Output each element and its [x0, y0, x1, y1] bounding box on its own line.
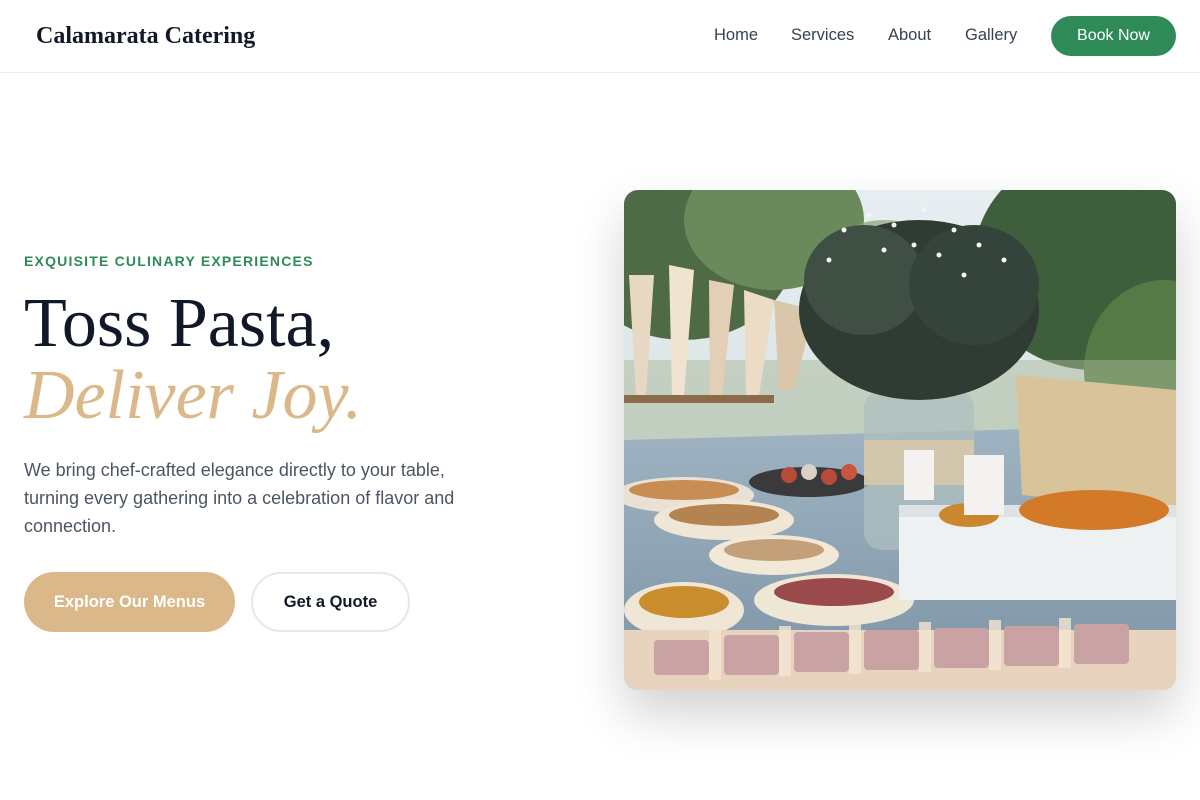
hero-eyebrow: EXQUISITE CULINARY EXPERIENCES — [24, 253, 314, 269]
headline-line-1: Toss Pasta, — [24, 285, 335, 362]
get-quote-button[interactable]: Get a Quote — [251, 572, 410, 632]
hero-headline: Toss Pasta, Deliver Joy. — [24, 288, 362, 432]
explore-menus-button[interactable]: Explore Our Menus — [24, 572, 235, 632]
book-now-button[interactable]: Book Now — [1051, 16, 1176, 56]
nav-gallery[interactable]: Gallery — [965, 24, 1017, 46]
headline-line-2: Deliver Joy. — [24, 357, 363, 434]
nav-about[interactable]: About — [888, 24, 931, 46]
buffet-table-illustration — [624, 190, 1176, 690]
main-nav: Home Services About Gallery — [0, 24, 1200, 48]
nav-home[interactable]: Home — [714, 24, 758, 46]
site-header: Calamarata Catering Home Services About … — [0, 0, 1200, 73]
hero-catering-image — [624, 190, 1176, 690]
nav-services[interactable]: Services — [791, 24, 854, 46]
hero-description: We bring chef-crafted elegance directly … — [24, 460, 455, 536]
